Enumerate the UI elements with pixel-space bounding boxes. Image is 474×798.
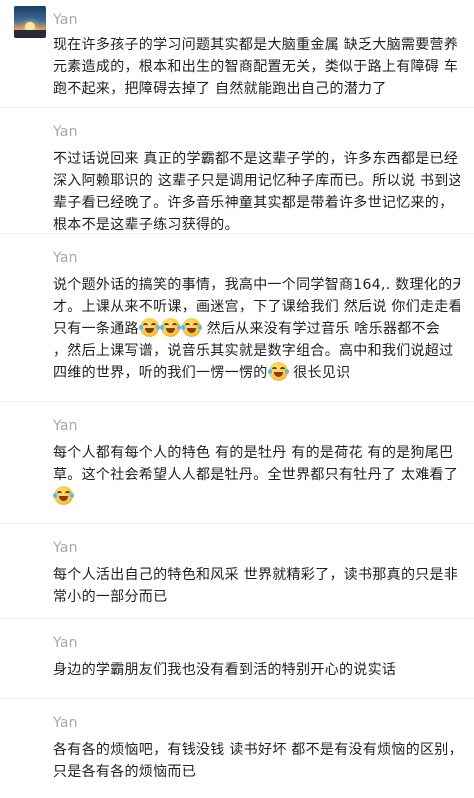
comment-line: 辈子看已经晚了。许多音乐神童其实都是带着许多世记忆来的， (53, 195, 454, 211)
comment-sender[interactable]: Yan (53, 248, 460, 268)
avatar[interactable] (14, 6, 46, 38)
comment-body: 每个人都有每个人的特色 有的是牡丹 有的是荷花 有的是狗尾巴 草。这个社会希望人… (53, 442, 460, 508)
comment-line: 只是各有各的烦恼而已 (53, 764, 196, 780)
comment-line: 常小的一部分而已 (53, 589, 168, 605)
comment-line (53, 486, 460, 508)
comment-body: 现在许多孩子的学习问题其实都是大脑重金属 缺乏大脑需要营养 元素造成的，根本和出… (53, 34, 460, 100)
comment-line: 四维的世界，听的我们一愣一愣的 很长见识 (53, 362, 460, 384)
comment-line: 只有一条通路 然后从来没有学过音乐 啥乐器都不会 (53, 318, 460, 340)
comment-line: 现在许多孩子的学习问题其实都是大脑重金属 缺乏大脑需要营养 (53, 37, 459, 53)
laughing-tears-emoji-icon (180, 318, 202, 337)
laughing-tears-emoji-icon (267, 362, 289, 381)
comment-text: 四维的世界，听的我们一愣一愣的 (53, 365, 268, 381)
comment-item: Yan 不过话说回来 真正的学霸都不是这辈子学的，许多东西都是已经 深入阿赖耶识… (0, 108, 474, 234)
comment-line: 草。这个社会希望人人都是牡丹。全世界都只有牡丹了 太难看了 (53, 467, 459, 483)
comment-text: 只有一条通路 (53, 321, 139, 337)
comment-item: Yan 各有各的烦恼吧，有钱没钱 读书好坏 都不是有没有烦恼的区别， 只是各有各… (0, 699, 474, 798)
laughing-tears-emoji-icon (159, 318, 181, 337)
comment-line: 说个题外话的搞笑的事情，我高中一个同学智商164,. 数理化的天 (53, 277, 460, 293)
comment-body: 不过话说回来 真正的学霸都不是这辈子学的，许多东西都是已经 深入阿赖耶识的 这辈… (53, 148, 460, 236)
comment-line: 元素造成的，根本和出生的智商配置无关，类似于路上有障碍 车 (53, 59, 459, 75)
comment-sender[interactable]: Yan (53, 538, 460, 558)
comment-sender[interactable]: Yan (53, 416, 460, 436)
comment-line: 每个人活出自己的特色和风采 世界就精彩了，读书那真的只是非 (53, 567, 459, 583)
comment-sender[interactable]: Yan (53, 713, 460, 733)
comment-line: 身边的学霸朋友们我也没有看到活的特别开心的说实话 (53, 662, 397, 678)
comment-line: 每个人都有每个人的特色 有的是牡丹 有的是荷花 有的是狗尾巴 (53, 445, 454, 461)
comment-text: 很长见识 (288, 365, 351, 381)
comment-item: Yan 每个人都有每个人的特色 有的是牡丹 有的是荷花 有的是狗尾巴 草。这个社… (0, 402, 474, 524)
comment-item: Yan 身边的学霸朋友们我也没有看到活的特别开心的说实话 (0, 619, 474, 699)
comment-line: 不过话说回来 真正的学霸都不是这辈子学的，许多东西都是已经 (53, 151, 459, 167)
comment-sender[interactable]: Yan (53, 633, 460, 653)
laughing-tears-emoji-icon (53, 486, 74, 505)
comment-line: ，然后上课写谱，说音乐其实就是数字组合。高中和我们说超过 (53, 343, 454, 359)
comment-line: 跑不起来，把障碍去掉了 自然就能跑出自己的潜力了 (53, 81, 387, 97)
comment-item: Yan 说个题外话的搞笑的事情，我高中一个同学智商164,. 数理化的天 才。上… (0, 234, 474, 402)
comment-item: Yan 每个人活出自己的特色和风采 世界就精彩了，读书那真的只是非 常小的一部分… (0, 524, 474, 619)
horizon-shape (14, 30, 46, 38)
comment-line: 才。上课从来不听课，画迷宫，下了课给我们 然后说 你们走走看 (53, 299, 460, 315)
comment-feed: Yan 现在许多孩子的学习问题其实都是大脑重金属 缺乏大脑需要营养 元素造成的，… (0, 0, 474, 798)
comment-line: 深入阿赖耶识的 这辈子只是调用记忆种子库而已。所以说 书到这 (53, 173, 460, 189)
comment-line: 各有各的烦恼吧，有钱没钱 读书好坏 都不是有没有烦恼的区别， (53, 742, 460, 758)
comment-body: 各有各的烦恼吧，有钱没钱 读书好坏 都不是有没有烦恼的区别， 只是各有各的烦恼而… (53, 739, 460, 783)
comment-body: 身边的学霸朋友们我也没有看到活的特别开心的说实话 (53, 659, 460, 681)
comment-body: 说个题外话的搞笑的事情，我高中一个同学智商164,. 数理化的天 才。上课从来不… (53, 274, 460, 384)
comment-sender[interactable]: Yan (53, 10, 460, 30)
comment-sender[interactable]: Yan (53, 122, 460, 142)
comment-line: 根本不是这辈子练习获得的。 (53, 217, 239, 233)
comment-body: 每个人活出自己的特色和风采 世界就精彩了，读书那真的只是非 常小的一部分而已 (53, 564, 460, 608)
laughing-tears-emoji-icon (138, 318, 160, 337)
comment-item: Yan 现在许多孩子的学习问题其实都是大脑重金属 缺乏大脑需要营养 元素造成的，… (0, 0, 474, 108)
comment-text: 然后从来没有学过音乐 啥乐器都不会 (201, 321, 441, 337)
